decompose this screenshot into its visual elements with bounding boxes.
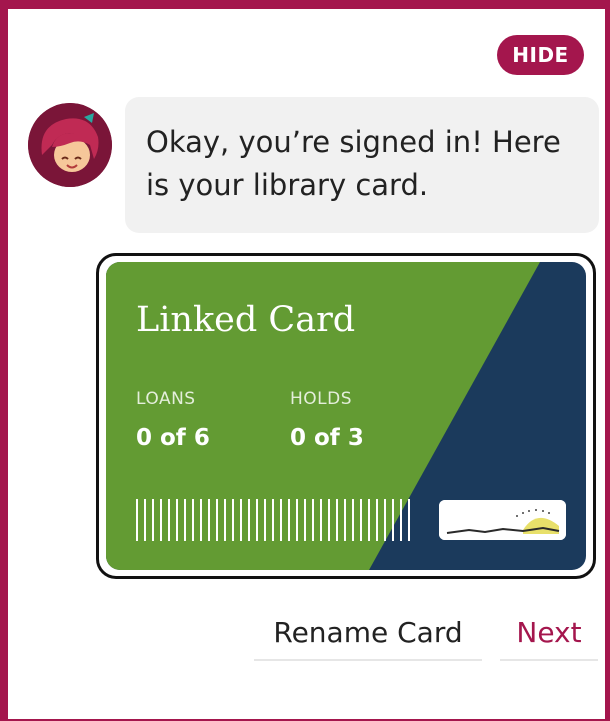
holds-value: 0 of 3 xyxy=(290,425,364,451)
chat-bubble: Okay, you’re signed in! Here is your lib… xyxy=(125,97,599,233)
holds-label: HOLDS xyxy=(290,389,353,409)
chat-message: Okay, you’re signed in! Here is your lib… xyxy=(146,125,561,202)
loans-label: LOANS xyxy=(136,389,196,409)
next-button[interactable]: Next xyxy=(500,605,598,661)
library-card-face: Linked Card LOANS 0 of 6 HOLDS 0 of 3 xyxy=(106,262,586,570)
hide-button[interactable]: HIDE xyxy=(497,35,584,75)
library-logo xyxy=(439,500,566,540)
library-card[interactable]: Linked Card LOANS 0 of 6 HOLDS 0 of 3 xyxy=(96,253,596,579)
rename-card-button[interactable]: Rename Card xyxy=(254,605,482,661)
libby-avatar-icon xyxy=(28,103,112,187)
barcode-icon xyxy=(136,499,411,541)
card-name: Linked Card xyxy=(136,300,356,340)
loans-value: 0 of 6 xyxy=(136,425,210,451)
